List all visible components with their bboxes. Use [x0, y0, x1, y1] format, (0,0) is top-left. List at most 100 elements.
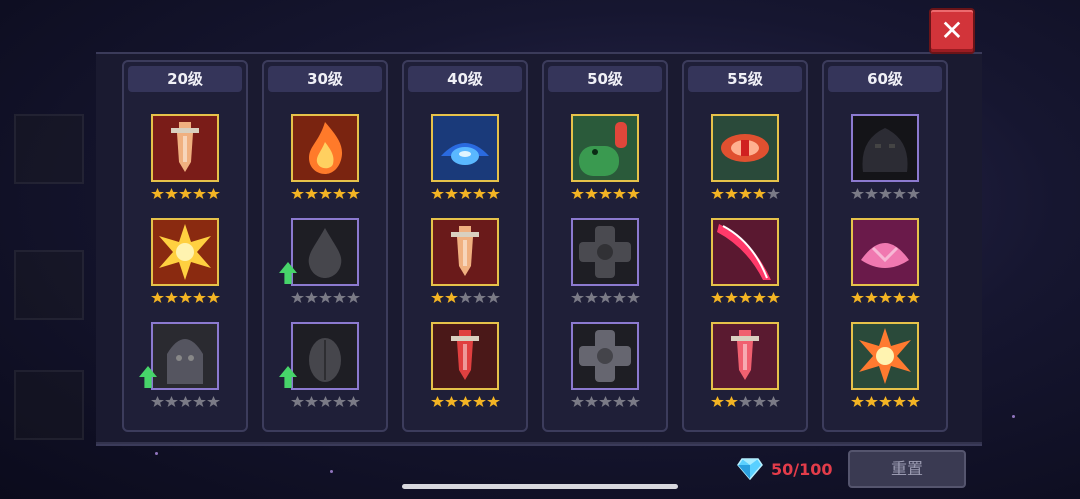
background-sparkle: [155, 452, 158, 455]
skill-slot[interactable]: [431, 218, 500, 316]
skill-tile[interactable]: [851, 322, 919, 390]
star-icon: [627, 396, 640, 407]
skill-slot[interactable]: [431, 322, 501, 420]
skill-tile[interactable]: [291, 322, 359, 390]
skill-tile[interactable]: [571, 322, 639, 390]
star-rating: [711, 188, 781, 199]
star-icon: [333, 396, 346, 407]
star-rating: [851, 292, 921, 303]
skill-tile[interactable]: [291, 218, 359, 286]
reset-button[interactable]: 重置: [848, 450, 966, 488]
skill-tile[interactable]: [711, 114, 779, 182]
star-icon: [711, 396, 724, 407]
skill-slot[interactable]: [279, 322, 360, 420]
skill-slot[interactable]: [711, 218, 781, 316]
star-icon: [613, 396, 626, 407]
skill-slot[interactable]: [711, 114, 781, 212]
star-icon: [207, 292, 220, 303]
home-indicator[interactable]: [402, 484, 678, 489]
previous-column-faded: [0, 60, 96, 440]
skill-tile[interactable]: [431, 322, 499, 390]
level-column: 20级: [122, 60, 248, 432]
droplet-icon: [308, 228, 342, 278]
star-rating: [851, 396, 921, 407]
star-icon: [879, 188, 892, 199]
star-icon: [151, 188, 164, 199]
star-rating: [711, 292, 781, 303]
star-rating: [291, 292, 361, 303]
pink-shell-icon: [861, 243, 909, 268]
skill-slot[interactable]: [291, 114, 361, 212]
star-icon: [907, 396, 920, 407]
skill-slot[interactable]: [571, 322, 641, 420]
skill-tile[interactable]: [151, 114, 219, 182]
star-icon: [193, 396, 206, 407]
level-header: 20级: [128, 66, 242, 92]
skill-tile[interactable]: [571, 114, 639, 182]
close-button[interactable]: ✕: [929, 8, 975, 54]
star-icon: [571, 396, 584, 407]
star-icon: [347, 188, 360, 199]
skill-slot[interactable]: [279, 218, 361, 316]
star-icon: [347, 292, 360, 303]
skill-tile[interactable]: [711, 322, 779, 390]
star-icon: [585, 188, 598, 199]
star-icon: [473, 292, 486, 303]
skill-slot[interactable]: [851, 218, 921, 316]
star-icon: [459, 396, 472, 407]
star-rating: [571, 188, 641, 199]
skill-slot[interactable]: [711, 322, 781, 420]
star-icon: [445, 396, 458, 407]
skill-slot[interactable]: [431, 114, 500, 212]
skill-tile[interactable]: [291, 114, 359, 182]
star-icon: [879, 396, 892, 407]
skill-tile[interactable]: [851, 114, 919, 182]
skill-tile[interactable]: [851, 218, 919, 286]
skill-tile[interactable]: [151, 322, 219, 390]
level-header: 40级: [408, 66, 522, 92]
seed-leaf-icon: [309, 338, 341, 382]
star-icon: [599, 188, 612, 199]
star-rating: [571, 396, 641, 407]
skill-slot[interactable]: [139, 322, 221, 420]
skill-tile[interactable]: [571, 218, 639, 286]
skill-slot[interactable]: [851, 322, 921, 420]
star-icon: [431, 292, 444, 303]
star-icon: [767, 396, 780, 407]
star-rating: [151, 292, 221, 303]
star-icon: [445, 292, 458, 303]
star-icon: [599, 396, 612, 407]
star-rating: [291, 188, 361, 199]
star-icon: [739, 188, 752, 199]
star-icon: [613, 292, 626, 303]
star-icon: [291, 396, 304, 407]
skill-tile[interactable]: [711, 218, 779, 286]
skill-tile[interactable]: [431, 218, 499, 286]
star-icon: [585, 396, 598, 407]
star-icon: [627, 188, 640, 199]
star-icon: [613, 188, 626, 199]
star-icon: [851, 188, 864, 199]
star-icon: [179, 292, 192, 303]
skill-tile[interactable]: [151, 218, 219, 286]
skill-slot[interactable]: [571, 114, 641, 212]
background-sparkle: [1012, 415, 1015, 418]
orange-sword-icon: [451, 226, 479, 276]
skill-slot[interactable]: [571, 218, 640, 316]
star-icon: [893, 292, 906, 303]
skill-slot[interactable]: [151, 114, 220, 212]
hooded-reaper-icon: [167, 339, 203, 384]
shadow-beast-icon: [862, 128, 908, 172]
skill-slot[interactable]: [851, 114, 920, 212]
star-rating: [711, 396, 781, 407]
star-icon: [319, 396, 332, 407]
explosion-burst-icon: [159, 224, 211, 280]
level-header: 30级: [268, 66, 382, 92]
star-icon: [487, 292, 500, 303]
skill-tile[interactable]: [431, 114, 499, 182]
star-rating: [431, 396, 501, 407]
footer-divider: [96, 442, 982, 444]
star-rating: [151, 396, 221, 407]
skill-slot[interactable]: [151, 218, 221, 316]
star-icon: [865, 292, 878, 303]
